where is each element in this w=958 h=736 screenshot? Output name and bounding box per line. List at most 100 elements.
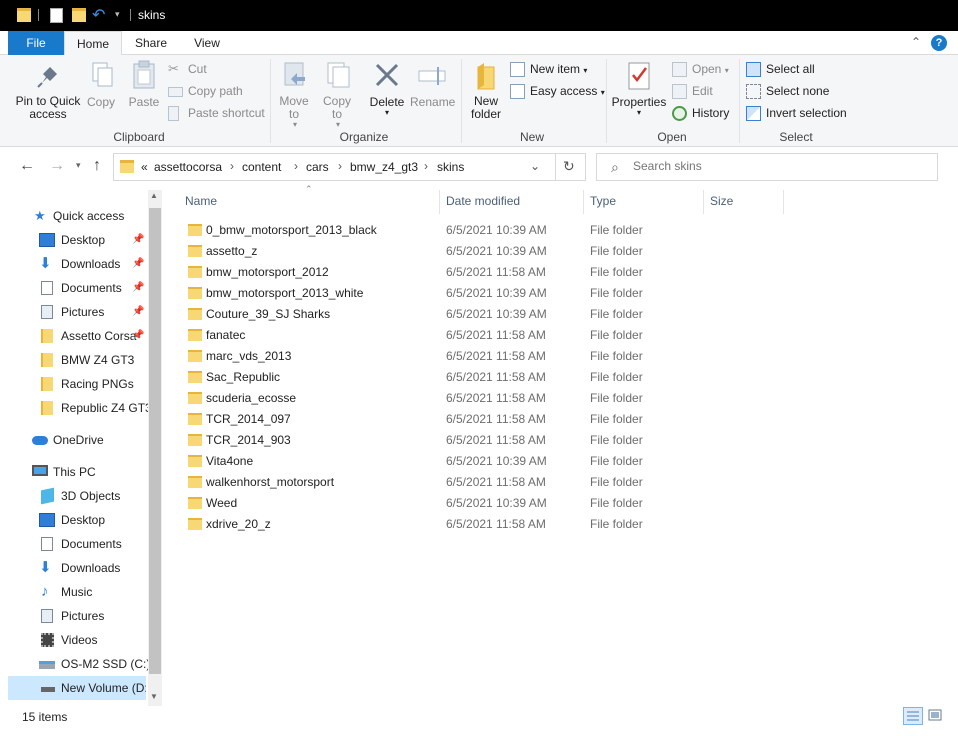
- customize-toolbar-icon[interactable]: ▾: [115, 9, 120, 20]
- nav-new-volume[interactable]: New Volume (D:): [8, 676, 146, 700]
- nav-music[interactable]: ♪ Music: [8, 580, 148, 604]
- file-row[interactable]: Vita4one 6/5/2021 10:39 AM File folder: [179, 451, 779, 472]
- scrollbar-thumb[interactable]: [149, 208, 161, 674]
- nav-this-pc[interactable]: This PC: [8, 460, 148, 484]
- breadcrumb-cars[interactable]: cars: [306, 160, 329, 174]
- breadcrumb-separator-icon[interactable]: ›: [230, 159, 234, 173]
- nav-pictures[interactable]: Pictures 📌: [8, 300, 148, 324]
- file-row[interactable]: Sac_Republic 6/5/2021 11:58 AM File folder: [179, 367, 779, 388]
- file-row[interactable]: Couture_39_SJ Sharks 6/5/2021 10:39 AM Fil…: [179, 304, 779, 325]
- new-item-button[interactable]: New item ▾: [510, 59, 587, 79]
- nav-pc-pictures[interactable]: Pictures: [8, 604, 148, 628]
- nav-3d-objects[interactable]: 3D Objects: [8, 484, 148, 508]
- nav-republic-z4-gt3[interactable]: Republic Z4 GT3: [8, 396, 148, 420]
- breadcrumb-separator-icon[interactable]: ›: [338, 159, 342, 173]
- refresh-icon[interactable]: ↻: [563, 158, 575, 175]
- file-row[interactable]: walkenhorst_motorsport 6/5/2021 11:58 AM F…: [179, 472, 779, 493]
- column-divider[interactable]: [583, 190, 584, 214]
- cut-button[interactable]: ✂ Cut: [168, 59, 207, 79]
- pin-icon[interactable]: 📌: [132, 276, 144, 300]
- nav-onedrive[interactable]: OneDrive: [8, 428, 148, 452]
- nav-assetto-corsa[interactable]: Assetto Corsa 📌: [8, 324, 148, 348]
- scroll-down-icon[interactable]: ▼: [150, 692, 158, 701]
- file-row[interactable]: marc_vds_2013 6/5/2021 11:58 AM File folde…: [179, 346, 779, 367]
- collapse-ribbon-icon[interactable]: ⌃: [911, 35, 921, 49]
- pin-to-quick-access-button[interactable]: Pin to Quick access: [12, 59, 84, 121]
- file-row[interactable]: fanatec 6/5/2021 11:58 AM File folder: [179, 325, 779, 346]
- recent-locations-chevron-icon[interactable]: ▾: [76, 160, 81, 171]
- new-folder-quick-icon[interactable]: [72, 8, 86, 22]
- breadcrumb-separator-icon[interactable]: ›: [424, 159, 428, 173]
- file-row[interactable]: Weed 6/5/2021 10:39 AM File folder: [179, 493, 779, 514]
- folder-icon[interactable]: [17, 8, 31, 22]
- undo-icon[interactable]: ↶: [92, 5, 105, 25]
- nav-documents[interactable]: Documents 📌: [8, 276, 148, 300]
- properties-button[interactable]: Properties ▾: [610, 59, 668, 117]
- nav-racing-pngs[interactable]: Racing PNGs: [8, 372, 148, 396]
- column-divider[interactable]: [783, 190, 784, 214]
- nav-bmw-z4-gt3[interactable]: BMW Z4 GT3: [8, 348, 148, 372]
- copy-button[interactable]: Copy: [86, 59, 116, 109]
- pin-icon[interactable]: 📌: [132, 324, 144, 348]
- paste-shortcut-button[interactable]: Paste shortcut: [168, 103, 265, 123]
- address-dropdown-chevron-icon[interactable]: ⌄: [530, 159, 540, 173]
- select-all-button[interactable]: Select all: [746, 59, 815, 79]
- tab-file[interactable]: File: [8, 31, 64, 55]
- nav-os-m2-ssd[interactable]: OS-M2 SSD (C:): [8, 652, 148, 676]
- back-arrow-icon[interactable]: ←: [19, 157, 35, 175]
- nav-quick-access[interactable]: ★ Quick access: [8, 204, 148, 228]
- forward-arrow-icon[interactable]: →: [49, 157, 65, 175]
- nav-pc-desktop[interactable]: Desktop: [8, 508, 148, 532]
- column-date-modified[interactable]: Date modified: [446, 194, 520, 208]
- nav-pc-documents[interactable]: Documents: [8, 532, 148, 556]
- select-none-button[interactable]: Select none: [746, 81, 829, 101]
- large-icons-view-icon[interactable]: [926, 707, 946, 725]
- tab-share[interactable]: Share: [124, 31, 178, 55]
- column-name[interactable]: Name: [185, 194, 217, 208]
- nav-videos[interactable]: Videos: [8, 628, 148, 652]
- paste-button[interactable]: Paste: [128, 59, 160, 109]
- pin-icon[interactable]: 📌: [132, 228, 144, 252]
- file-row[interactable]: bmw_motorsport_2012 6/5/2021 11:58 AM File…: [179, 262, 779, 283]
- move-to-button[interactable]: Move to ▾: [279, 59, 311, 129]
- nav-desktop[interactable]: Desktop 📌: [8, 228, 148, 252]
- column-divider[interactable]: [703, 190, 704, 214]
- breadcrumb-separator-icon[interactable]: ›: [294, 159, 298, 173]
- breadcrumb-overflow[interactable]: «: [141, 160, 148, 174]
- nav-downloads[interactable]: ⬇ Downloads 📌: [8, 252, 148, 276]
- invert-selection-button[interactable]: Invert selection: [746, 103, 847, 123]
- edit-button[interactable]: Edit: [672, 81, 713, 101]
- search-box[interactable]: ⌕: [596, 153, 938, 181]
- nav-pc-downloads[interactable]: ⬇ Downloads: [8, 556, 148, 580]
- details-view-icon[interactable]: [903, 707, 923, 725]
- file-row[interactable]: 0_bmw_motorsport_2013_black 6/5/2021 10:3…: [179, 220, 779, 241]
- file-row[interactable]: xdrive_20_z 6/5/2021 11:58 AM File folder: [179, 514, 779, 535]
- easy-access-button[interactable]: Easy access ▾: [510, 81, 605, 101]
- history-button[interactable]: History: [672, 103, 729, 123]
- pin-icon[interactable]: 📌: [132, 252, 144, 276]
- tab-view[interactable]: View: [182, 31, 232, 55]
- copy-to-button[interactable]: Copy to ▾: [322, 59, 354, 129]
- breadcrumb-bmw-z4-gt3[interactable]: bmw_z4_gt3: [350, 160, 418, 174]
- column-divider[interactable]: [439, 190, 440, 214]
- file-row[interactable]: scuderia_ecosse 6/5/2021 11:58 AM File fol…: [179, 388, 779, 409]
- delete-button[interactable]: Delete ▾: [369, 59, 405, 117]
- new-folder-button[interactable]: New folder: [468, 59, 504, 121]
- column-size[interactable]: Size: [710, 194, 733, 208]
- file-row[interactable]: bmw_motorsport_2013_white 6/5/2021 10:39 …: [179, 283, 779, 304]
- rename-button[interactable]: Rename: [410, 59, 455, 109]
- file-row[interactable]: assetto_z 6/5/2021 10:39 AM File folder: [179, 241, 779, 262]
- pin-icon[interactable]: 📌: [132, 300, 144, 324]
- open-button[interactable]: Open ▾: [672, 59, 729, 79]
- nav-scrollbar[interactable]: ▲ ▼: [148, 190, 162, 706]
- search-input[interactable]: [633, 159, 923, 173]
- up-arrow-icon[interactable]: ↑: [93, 157, 101, 175]
- help-icon[interactable]: ?: [931, 35, 947, 51]
- file-row[interactable]: TCR_2014_097 6/5/2021 11:58 AM File folder: [179, 409, 779, 430]
- copy-path-button[interactable]: Copy path: [168, 81, 243, 101]
- scroll-up-icon[interactable]: ▲: [150, 191, 158, 200]
- breadcrumb-assettocorsa[interactable]: assettocorsa: [154, 160, 222, 174]
- properties-quick-icon[interactable]: [50, 8, 63, 23]
- column-type[interactable]: Type: [590, 194, 616, 208]
- tab-home[interactable]: Home: [64, 31, 122, 56]
